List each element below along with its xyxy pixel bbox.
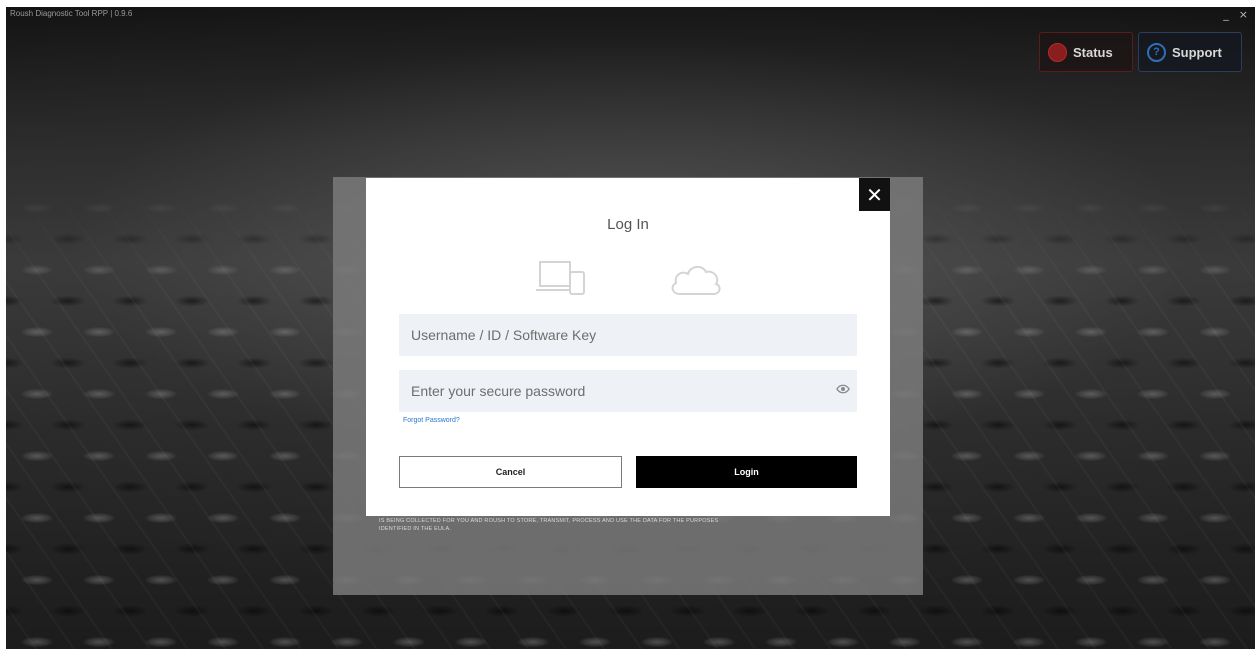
login-dialog: Log In Forgot Password? Cancel Login — [366, 178, 890, 516]
login-button[interactable]: Login — [636, 456, 857, 488]
close-dialog-button[interactable]: ✕ — [859, 178, 890, 211]
forgot-password-link[interactable]: Forgot Password? — [403, 417, 460, 424]
help-circle-icon: ? — [1147, 42, 1166, 62]
status-button[interactable]: Status — [1039, 32, 1133, 72]
data-disclaimer-text: IS BEING COLLECTED FOR YOU AND ROUSH TO … — [379, 518, 719, 532]
status-label: Status — [1073, 44, 1113, 60]
username-field[interactable] — [399, 314, 857, 356]
password-field[interactable] — [399, 370, 857, 412]
device-icon[interactable] — [536, 258, 592, 298]
minimize-button[interactable]: _ — [1223, 8, 1229, 21]
close-window-button[interactable]: × — [1239, 8, 1248, 21]
dialog-title: Log In — [607, 216, 649, 233]
status-indicator-icon — [1048, 42, 1067, 62]
cloud-icon[interactable] — [668, 260, 724, 298]
window-title: Roush Diagnostic Tool RPP | 0.9.6 — [10, 9, 133, 18]
show-password-eye-icon[interactable] — [836, 384, 850, 394]
support-button[interactable]: ? Support — [1138, 32, 1242, 72]
window-controls: _ × — [1223, 8, 1248, 21]
support-label: Support — [1172, 44, 1222, 60]
cancel-button[interactable]: Cancel — [399, 456, 622, 488]
